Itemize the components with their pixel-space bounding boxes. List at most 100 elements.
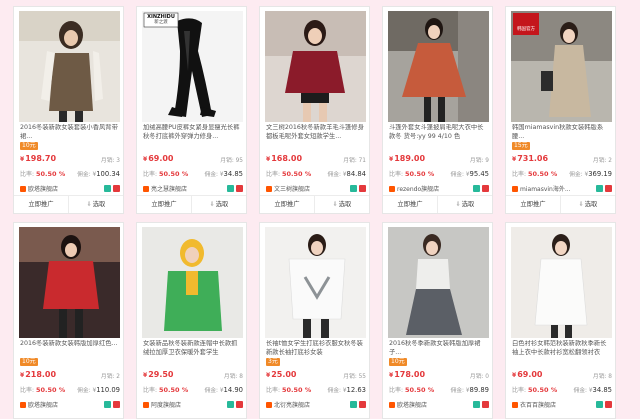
promote-button[interactable]: 立即推广 — [383, 196, 437, 213]
chat-icon[interactable] — [350, 401, 357, 408]
monthly-sales-value: 2 — [116, 374, 120, 380]
product-card[interactable]: 2016冬装新款女装韩版加厚红色... 10元 ¥218.00 月销: 2 比率… — [13, 222, 124, 419]
shop-name[interactable]: rezendo旗舰店 — [397, 186, 439, 193]
gift-icon[interactable] — [113, 401, 120, 408]
product-card[interactable]: 韩国官方 韩国miamasvin秋款女装韩版系腰... 15元 ¥731.06 … — [505, 6, 616, 214]
gift-icon[interactable] — [482, 401, 489, 408]
commission-ratio: 50.50 % — [404, 170, 435, 178]
product-title[interactable]: 文三树2016秋冬新款羊毛斗篷修身都板毛呢外套女短款学生... — [266, 124, 366, 141]
product-card[interactable]: 斗篷外套女斗篷披肩毛呢大衣中长款冬 货号:yy 99 4/10 色 ¥189.0… — [382, 6, 493, 214]
commission-ratio-label: 比率: — [389, 171, 404, 178]
product-card[interactable]: 2016秋冬季新款女装韩版加厚裙子... 10元 ¥178.00 月销: 0 比… — [382, 222, 493, 419]
monthly-sales-label: 月销: — [343, 374, 357, 380]
product-image[interactable] — [388, 227, 489, 338]
chat-icon[interactable] — [473, 185, 480, 192]
product-title[interactable]: 2016冬装新款女装韩版加厚红色... — [20, 340, 120, 357]
price-value: 189.00 — [394, 154, 426, 163]
product-image[interactable]: XINZHIDU 新之渡 — [142, 11, 243, 122]
chat-icon[interactable] — [596, 185, 603, 192]
monthly-sales-value: 8 — [239, 374, 243, 380]
gift-icon[interactable] — [359, 401, 366, 408]
price-value: 178.00 — [394, 370, 426, 379]
commission-label: 佣金: — [569, 172, 583, 178]
select-button[interactable]: ⇩选取 — [68, 196, 123, 213]
select-icon: ⇩ — [209, 201, 215, 208]
commission: 佣金: ¥84.84 — [327, 170, 366, 178]
product-title[interactable]: 长袖t恤女学生打底衫衣服女秋冬装新款长袖打底衫女装 — [266, 340, 366, 357]
shop-name[interactable]: 欧塔旗舰店 — [28, 402, 58, 409]
select-label: 选取 — [92, 201, 106, 208]
product-title[interactable]: 女装新品秋冬装新款连帽中长款抓绒拉加厚卫衣保暖外套学生 — [143, 340, 243, 357]
shop-icon — [512, 402, 518, 408]
shop-icon — [20, 186, 26, 192]
shop-name[interactable]: 北衍亮旗舰店 — [274, 402, 310, 409]
coupon-value: 10元 — [391, 358, 405, 365]
gift-icon[interactable] — [236, 401, 243, 408]
product-price: ¥178.00 — [389, 370, 426, 379]
chat-icon[interactable] — [227, 401, 234, 408]
product-image[interactable]: 韩国官方 — [511, 11, 612, 122]
product-image[interactable] — [19, 11, 120, 122]
promote-button[interactable]: 立即推广 — [506, 196, 560, 213]
product-price: ¥218.00 — [20, 370, 57, 379]
promote-button[interactable]: 立即推广 — [137, 196, 191, 213]
product-title[interactable]: 加绒高腰PU皮裤女紧身显瘦光长裤秋冬打底裤外穿弹力修身... — [143, 124, 243, 141]
product-card[interactable]: 白色衬衫女韩范秋装新款秋季新长袖上衣中长款衬衫宽松翻领衬衣 ¥69.00 月销:… — [505, 222, 616, 419]
gift-icon[interactable] — [236, 185, 243, 192]
commission-value: 14.90 — [223, 386, 243, 394]
shop-name[interactable]: 欧塔旗舰店 — [28, 186, 58, 193]
gift-icon[interactable] — [359, 185, 366, 192]
chat-icon[interactable] — [104, 401, 111, 408]
product-card[interactable]: 文三树2016秋冬新款羊毛斗篷修身都板毛呢外套女短款学生... ¥168.00 … — [259, 6, 370, 214]
product-title[interactable]: 2016秋冬季新款女装韩版加厚裙子... — [389, 340, 489, 357]
product-title[interactable]: 斗篷外套女斗篷披肩毛呢大衣中长款冬 货号:yy 99 4/10 色 — [389, 124, 489, 141]
select-button[interactable]: ⇩选取 — [560, 196, 615, 213]
commission-label: 佣金: — [450, 388, 464, 394]
product-title[interactable]: 白色衬衫女韩范秋装新款秋季新长袖上衣中长款衬衫宽松翻领衬衣 — [512, 340, 612, 357]
gift-icon[interactable] — [482, 185, 489, 192]
product-card[interactable]: XINZHIDU 新之渡 加绒高腰PU皮裤女紧身显瘦光长裤秋冬打底裤外穿弹力修身… — [136, 6, 247, 214]
gift-icon[interactable] — [605, 185, 612, 192]
product-image[interactable] — [511, 227, 612, 338]
product-image[interactable] — [142, 227, 243, 338]
shop-name[interactable]: 衣百百旗舰店 — [520, 402, 556, 409]
product-card[interactable]: 女装新品秋冬装新款连帽中长款抓绒拉加厚卫衣保暖外套学生 ¥29.50 月销: 8… — [136, 222, 247, 419]
chat-icon[interactable] — [227, 185, 234, 192]
product-image[interactable] — [265, 11, 366, 122]
chat-icon[interactable] — [350, 185, 357, 192]
price-value: 218.00 — [25, 370, 57, 379]
select-button[interactable]: ⇩选取 — [437, 196, 492, 213]
gift-icon[interactable] — [113, 185, 120, 192]
product-image[interactable] — [388, 11, 489, 122]
promote-button[interactable]: 立即推广 — [260, 196, 314, 213]
promote-button[interactable]: 立即推广 — [14, 196, 68, 213]
monthly-sales-value: 71 — [358, 158, 366, 164]
product-card[interactable]: 长袖t恤女学生打底衫衣服女秋冬装新款长袖打底衫女装 3元 ¥25.00 月销: … — [259, 222, 370, 419]
shop-name[interactable]: 欧塔旗舰店 — [397, 402, 427, 409]
product-image[interactable] — [19, 227, 120, 338]
shop-name[interactable]: 文三树旗舰店 — [274, 186, 310, 193]
monthly-sales-label: 月销: — [469, 374, 484, 380]
monthly-sales: 月销: 71 — [343, 155, 366, 164]
commission: 佣金: ¥34.85 — [204, 170, 243, 178]
monthly-sales-value: 8 — [608, 374, 612, 380]
monthly-sales-value: 55 — [358, 374, 366, 380]
product-title[interactable]: 韩国miamasvin秋款女装韩版系腰... — [512, 124, 612, 141]
shop-icon — [389, 402, 395, 408]
shop-name[interactable]: miamasvin海外... — [520, 186, 571, 193]
commission-label: 佣金: — [327, 172, 341, 178]
shop-name[interactable]: 阿度旗舰店 — [151, 402, 181, 409]
chat-icon[interactable] — [104, 185, 111, 192]
monthly-sales: 月销: 2 — [101, 371, 120, 380]
product-title[interactable]: 2016冬装新款女装套装小香风背带裙... — [20, 124, 120, 141]
product-image[interactable] — [265, 227, 366, 338]
shop-name[interactable]: 亮之慧旗舰店 — [151, 186, 187, 193]
product-card[interactable]: 2016冬装新款女装套装小香风背带裙... 10元 ¥198.70 月销: 3 … — [13, 6, 124, 214]
chat-icon[interactable] — [596, 401, 603, 408]
chat-icon[interactable] — [473, 401, 480, 408]
select-icon: ⇩ — [455, 201, 461, 208]
select-button[interactable]: ⇩选取 — [191, 196, 246, 213]
select-button[interactable]: ⇩选取 — [314, 196, 369, 213]
gift-icon[interactable] — [605, 401, 612, 408]
commission: 佣金: ¥100.34 — [77, 170, 120, 178]
